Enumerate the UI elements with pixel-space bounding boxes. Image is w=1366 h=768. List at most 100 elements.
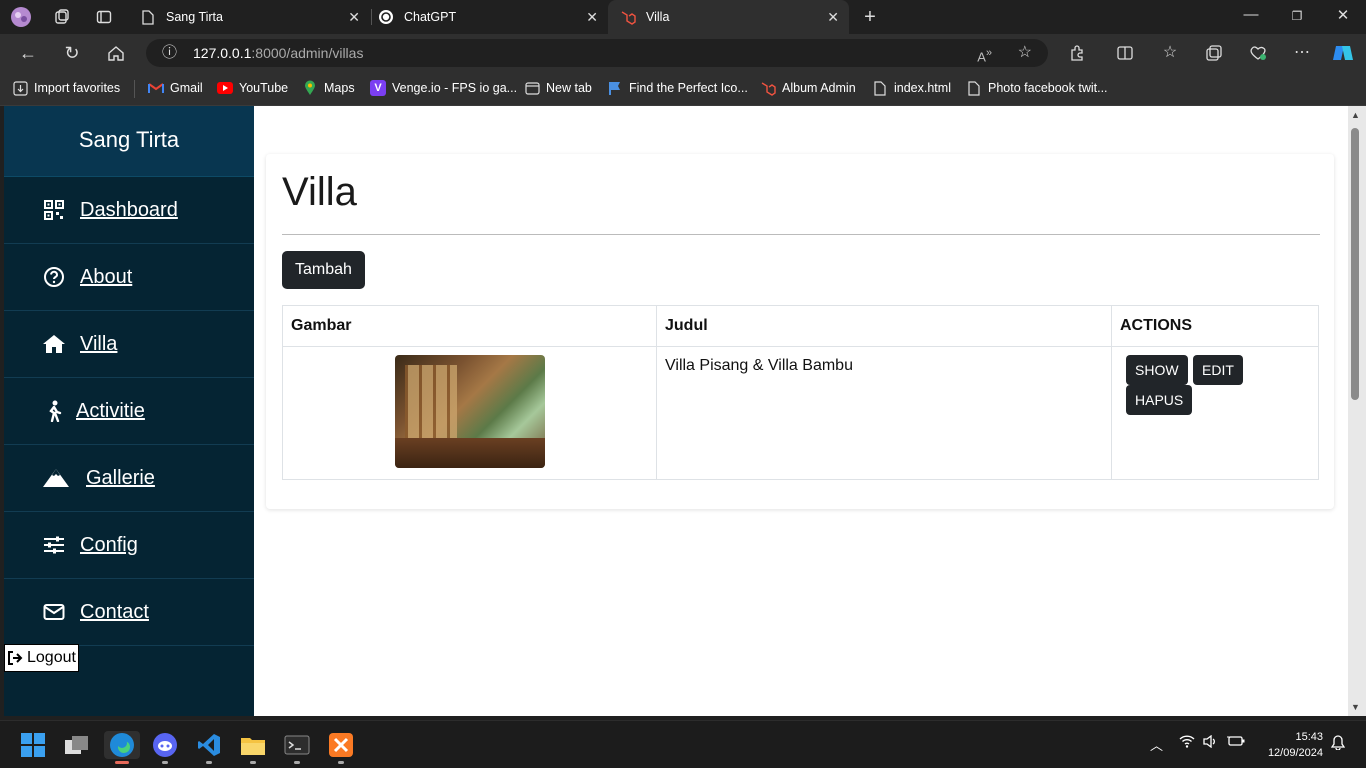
edit-button[interactable]: EDIT: [1193, 355, 1243, 385]
table-header-row: Gambar Judul ACTIONS: [282, 305, 1319, 347]
site-info-icon[interactable]: ⓘ: [162, 39, 177, 67]
sidebar-item-label: Activitie: [76, 399, 145, 422]
scroll-up-arrow-icon[interactable]: ▲: [1351, 110, 1360, 120]
copilot-icon[interactable]: [1331, 42, 1355, 64]
favorites-icon[interactable]: ☆: [1158, 42, 1182, 64]
browser-essentials-icon[interactable]: [1246, 42, 1270, 64]
tab-actions-icon[interactable]: [93, 6, 115, 28]
bookmarks-bar: Import favorites Gmail YouTube Maps V Ven…: [0, 72, 1366, 106]
clock-date: 12/09/2024: [1267, 747, 1323, 759]
youtube-icon: [217, 80, 233, 96]
active-app-indicator: [115, 761, 129, 764]
laravel-icon: [760, 80, 776, 96]
bookmark-import-favorites[interactable]: Import favorites: [12, 80, 120, 96]
sign-out-icon: [7, 651, 23, 665]
workspaces-icon[interactable]: [51, 6, 73, 28]
bookmark-gmail[interactable]: Gmail: [148, 80, 203, 96]
title-divider: [282, 234, 1320, 235]
cell-actions: SHOW EDIT HAPUS: [1111, 346, 1319, 480]
terminal-icon[interactable]: [283, 731, 311, 759]
sidebar-item-label: Villa: [80, 332, 118, 355]
new-tab-icon[interactable]: +: [859, 6, 881, 28]
delete-button[interactable]: HAPUS: [1126, 385, 1193, 415]
bookmark-label: Find the Perfect Ico...: [629, 81, 748, 95]
bookmark-label: Maps: [324, 81, 355, 95]
bookmark-youtube[interactable]: YouTube: [217, 80, 288, 96]
windows-start-icon[interactable]: [19, 731, 47, 759]
back-arrow-icon[interactable]: ←: [16, 42, 40, 64]
tab-villa[interactable]: Villa ✕: [608, 0, 849, 34]
page-scrollbar[interactable]: ▲ ▼: [1348, 106, 1366, 716]
task-view-icon[interactable]: [63, 731, 91, 759]
column-header-judul: Judul: [656, 305, 1112, 347]
column-header-actions: ACTIONS: [1111, 305, 1319, 347]
add-villa-button[interactable]: Tambah: [282, 251, 365, 289]
app-indicator: [338, 761, 344, 764]
wifi-icon[interactable]: [1179, 735, 1195, 751]
bookmark-photo-facebook[interactable]: Photo facebook twit...: [966, 80, 1108, 96]
bookmark-find-icon[interactable]: Find the Perfect Ico...: [607, 80, 748, 96]
close-tab-icon[interactable]: ✕: [827, 9, 839, 26]
sidebar-item-label: Config: [80, 533, 138, 556]
volume-icon[interactable]: [1203, 734, 1217, 751]
more-options-icon[interactable]: ⋯: [1290, 42, 1314, 64]
home-icon: [42, 332, 66, 356]
vscode-icon[interactable]: [195, 731, 223, 759]
close-tab-icon[interactable]: ✕: [348, 9, 360, 26]
address-bar[interactable]: ⓘ 127.0.0.1:8000/admin/villas A» ☆: [146, 39, 1048, 67]
system-clock[interactable]: 15:43 12/09/2024: [1268, 729, 1323, 761]
bookmark-index-html[interactable]: index.html: [872, 80, 951, 96]
split-screen-icon[interactable]: [1113, 42, 1137, 64]
sidebar-item-contact[interactable]: Contact: [4, 579, 254, 646]
sidebar-item-activitie[interactable]: Activitie: [4, 378, 254, 445]
clock-time: 15:43: [1295, 731, 1323, 743]
show-hidden-icons-chevron-icon[interactable]: ︿: [1150, 735, 1163, 754]
page-title: Villa: [282, 170, 357, 214]
close-window-icon[interactable]: ✕: [1332, 6, 1354, 24]
sidebar-item-label: Gallerie: [86, 466, 155, 489]
file-explorer-icon[interactable]: [239, 731, 267, 759]
profile-avatar-icon[interactable]: [10, 6, 32, 28]
minimize-icon[interactable]: —: [1240, 6, 1262, 23]
battery-icon[interactable]: [1227, 735, 1245, 750]
restore-icon[interactable]: ❐: [1286, 9, 1308, 23]
extensions-icon[interactable]: [1065, 42, 1089, 64]
bookmark-label: YouTube: [239, 81, 289, 95]
url-host: 127.0.0.1: [193, 45, 252, 61]
collections-icon[interactable]: [1202, 42, 1226, 64]
read-aloud-icon[interactable]: A»: [977, 39, 992, 71]
discord-icon[interactable]: [151, 731, 179, 759]
app-indicator: [206, 761, 212, 764]
refresh-icon[interactable]: ↻: [60, 42, 84, 64]
bookmark-new-tab[interactable]: New tab: [524, 80, 592, 96]
sidebar-item-about[interactable]: About: [4, 244, 254, 311]
edge-taskbar-icon[interactable]: [104, 731, 140, 759]
address-toolbar: ← ↻ ⓘ 127.0.0.1:8000/admin/villas A» ☆ ☆…: [0, 34, 1366, 72]
favorite-star-icon[interactable]: ☆: [1018, 39, 1032, 67]
bookmark-label: Gmail: [170, 81, 203, 95]
import-icon: [12, 80, 28, 96]
show-button[interactable]: SHOW: [1126, 355, 1188, 385]
scroll-down-arrow-icon[interactable]: ▼: [1351, 702, 1360, 712]
venge-icon: V: [370, 80, 386, 96]
villa-thumbnail-image: [394, 355, 545, 468]
sidebar-item-dashboard[interactable]: Dashboard: [4, 177, 254, 244]
mountain-icon: [42, 466, 70, 490]
logout-label: Logout: [27, 649, 76, 666]
home-icon[interactable]: [104, 42, 128, 64]
flag-icon: [607, 80, 623, 96]
tab-sang-tirta[interactable]: Sang Tirta ✕: [128, 0, 370, 34]
tab-chatgpt[interactable]: ChatGPT ✕: [366, 0, 608, 34]
notification-bell-icon[interactable]: [1330, 735, 1346, 753]
xampp-icon[interactable]: [327, 731, 355, 759]
logout-button[interactable]: Logout: [4, 644, 79, 672]
bookmark-maps[interactable]: Maps: [302, 80, 355, 96]
sidebar-brand[interactable]: Sang Tirta: [4, 106, 254, 177]
sidebar-item-gallerie[interactable]: Gallerie: [4, 445, 254, 512]
scrollbar-thumb[interactable]: [1351, 128, 1359, 400]
bookmark-venge[interactable]: V Venge.io - FPS io ga...: [370, 80, 517, 96]
bookmark-album-admin[interactable]: Album Admin: [760, 80, 856, 96]
sidebar-item-villa[interactable]: Villa: [4, 311, 254, 378]
close-tab-icon[interactable]: ✕: [586, 9, 598, 26]
sidebar-item-config[interactable]: Config: [4, 512, 254, 579]
